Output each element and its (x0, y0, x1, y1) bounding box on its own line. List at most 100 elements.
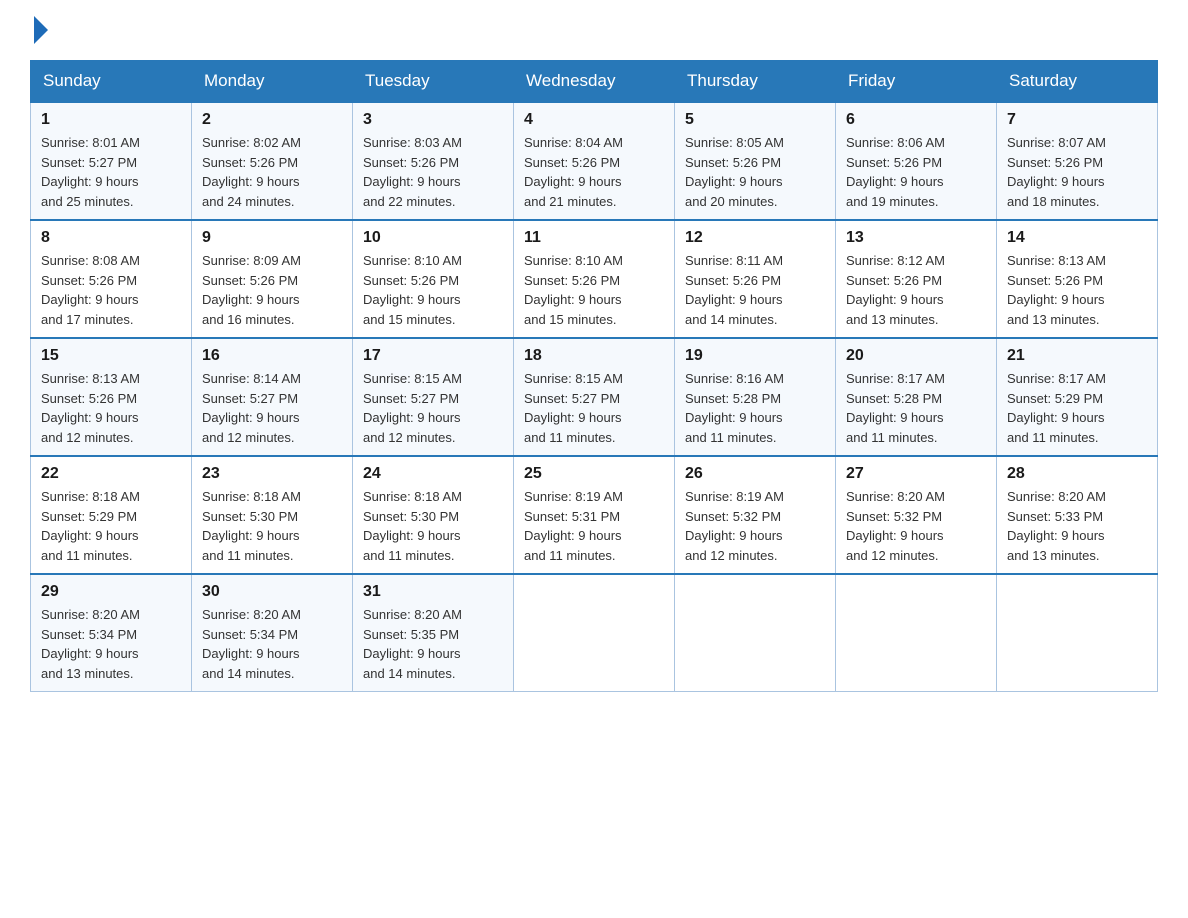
day-number: 31 (363, 583, 503, 601)
day-number: 8 (41, 229, 181, 247)
calendar-cell: 12Sunrise: 8:11 AMSunset: 5:26 PMDayligh… (675, 220, 836, 338)
calendar-cell: 10 Sunrise: 8:10 AMSunset: 5:26 PMDayligh… (353, 220, 514, 338)
calendar-cell: 25 Sunrise: 8:19 AMSunset: 5:31 PMDayligh… (514, 456, 675, 574)
day-number: 22 (41, 465, 181, 483)
calendar-cell: 1Sunrise: 8:01 AMSunset: 5:27 PMDaylight… (31, 102, 192, 220)
logo-triangle-icon (34, 16, 48, 44)
day-info: Sunrise: 8:06 AMSunset: 5:26 PMDaylight:… (846, 133, 986, 211)
day-number: 14 (1007, 229, 1147, 247)
calendar-cell: 3Sunrise: 8:03 AMSunset: 5:26 PMDaylight… (353, 102, 514, 220)
day-info: Sunrise: 8:12 AMSunset: 5:26 PMDaylight:… (846, 251, 986, 329)
calendar-cell: 6 Sunrise: 8:06 AMSunset: 5:26 PMDaylight… (836, 102, 997, 220)
calendar-cell: 22Sunrise: 8:18 AMSunset: 5:29 PMDayligh… (31, 456, 192, 574)
day-number: 2 (202, 111, 342, 129)
day-number: 30 (202, 583, 342, 601)
weekday-header-sunday: Sunday (31, 61, 192, 103)
day-info: Sunrise: 8:10 AMSunset: 5:26 PMDaylight:… (363, 251, 503, 329)
day-info: Sunrise: 8:19 AMSunset: 5:31 PMDaylight:… (524, 487, 664, 565)
calendar-cell (997, 574, 1158, 692)
page-header (30, 20, 1158, 40)
weekday-header-wednesday: Wednesday (514, 61, 675, 103)
day-number: 6 (846, 111, 986, 129)
calendar-cell: 4Sunrise: 8:04 AMSunset: 5:26 PMDaylight… (514, 102, 675, 220)
calendar-week-1: 1Sunrise: 8:01 AMSunset: 5:27 PMDaylight… (31, 102, 1158, 220)
day-info: Sunrise: 8:07 AMSunset: 5:26 PMDaylight:… (1007, 133, 1147, 211)
day-number: 11 (524, 229, 664, 247)
calendar-cell (836, 574, 997, 692)
day-info: Sunrise: 8:13 AMSunset: 5:26 PMDaylight:… (41, 369, 181, 447)
day-number: 23 (202, 465, 342, 483)
calendar-cell: 7 Sunrise: 8:07 AMSunset: 5:26 PMDaylight… (997, 102, 1158, 220)
day-info: Sunrise: 8:04 AMSunset: 5:26 PMDaylight:… (524, 133, 664, 211)
day-number: 17 (363, 347, 503, 365)
day-info: Sunrise: 8:16 AMSunset: 5:28 PMDaylight:… (685, 369, 825, 447)
day-info: Sunrise: 8:02 AMSunset: 5:26 PMDaylight:… (202, 133, 342, 211)
day-number: 15 (41, 347, 181, 365)
day-number: 9 (202, 229, 342, 247)
weekday-header-monday: Monday (192, 61, 353, 103)
day-info: Sunrise: 8:20 AMSunset: 5:33 PMDaylight:… (1007, 487, 1147, 565)
weekday-header-thursday: Thursday (675, 61, 836, 103)
day-info: Sunrise: 8:20 AMSunset: 5:34 PMDaylight:… (41, 605, 181, 683)
day-info: Sunrise: 8:09 AMSunset: 5:26 PMDaylight:… (202, 251, 342, 329)
day-number: 25 (524, 465, 664, 483)
calendar-cell: 21 Sunrise: 8:17 AMSunset: 5:29 PMDayligh… (997, 338, 1158, 456)
calendar-cell: 9 Sunrise: 8:09 AMSunset: 5:26 PMDaylight… (192, 220, 353, 338)
day-number: 16 (202, 347, 342, 365)
day-info: Sunrise: 8:17 AMSunset: 5:28 PMDaylight:… (846, 369, 986, 447)
day-info: Sunrise: 8:20 AMSunset: 5:32 PMDaylight:… (846, 487, 986, 565)
day-number: 13 (846, 229, 986, 247)
calendar-cell: 20Sunrise: 8:17 AMSunset: 5:28 PMDayligh… (836, 338, 997, 456)
calendar-cell: 26Sunrise: 8:19 AMSunset: 5:32 PMDayligh… (675, 456, 836, 574)
weekday-header-saturday: Saturday (997, 61, 1158, 103)
calendar-week-4: 22Sunrise: 8:18 AMSunset: 5:29 PMDayligh… (31, 456, 1158, 574)
calendar-cell (675, 574, 836, 692)
day-number: 24 (363, 465, 503, 483)
calendar-cell: 27 Sunrise: 8:20 AMSunset: 5:32 PMDayligh… (836, 456, 997, 574)
day-number: 7 (1007, 111, 1147, 129)
calendar-cell: 5Sunrise: 8:05 AMSunset: 5:26 PMDaylight… (675, 102, 836, 220)
logo (30, 20, 48, 40)
weekday-header-friday: Friday (836, 61, 997, 103)
day-number: 10 (363, 229, 503, 247)
day-number: 29 (41, 583, 181, 601)
day-info: Sunrise: 8:15 AMSunset: 5:27 PMDaylight:… (524, 369, 664, 447)
calendar-cell: 2 Sunrise: 8:02 AMSunset: 5:26 PMDaylight… (192, 102, 353, 220)
calendar-cell (514, 574, 675, 692)
calendar-cell: 14Sunrise: 8:13 AMSunset: 5:26 PMDayligh… (997, 220, 1158, 338)
day-number: 5 (685, 111, 825, 129)
day-info: Sunrise: 8:08 AMSunset: 5:26 PMDaylight:… (41, 251, 181, 329)
calendar-week-2: 8 Sunrise: 8:08 AMSunset: 5:26 PMDaylight… (31, 220, 1158, 338)
calendar-cell: 17Sunrise: 8:15 AMSunset: 5:27 PMDayligh… (353, 338, 514, 456)
calendar-cell: 16Sunrise: 8:14 AMSunset: 5:27 PMDayligh… (192, 338, 353, 456)
calendar-cell: 24 Sunrise: 8:18 AMSunset: 5:30 PMDayligh… (353, 456, 514, 574)
calendar-cell: 30 Sunrise: 8:20 AMSunset: 5:34 PMDayligh… (192, 574, 353, 692)
calendar-cell: 29 Sunrise: 8:20 AMSunset: 5:34 PMDayligh… (31, 574, 192, 692)
day-number: 18 (524, 347, 664, 365)
day-info: Sunrise: 8:10 AMSunset: 5:26 PMDaylight:… (524, 251, 664, 329)
day-info: Sunrise: 8:18 AMSunset: 5:30 PMDaylight:… (363, 487, 503, 565)
calendar-cell: 13 Sunrise: 8:12 AMSunset: 5:26 PMDayligh… (836, 220, 997, 338)
day-info: Sunrise: 8:18 AMSunset: 5:30 PMDaylight:… (202, 487, 342, 565)
calendar-cell: 19 Sunrise: 8:16 AMSunset: 5:28 PMDayligh… (675, 338, 836, 456)
weekday-header-tuesday: Tuesday (353, 61, 514, 103)
day-info: Sunrise: 8:17 AMSunset: 5:29 PMDaylight:… (1007, 369, 1147, 447)
day-number: 19 (685, 347, 825, 365)
day-info: Sunrise: 8:19 AMSunset: 5:32 PMDaylight:… (685, 487, 825, 565)
calendar-week-5: 29 Sunrise: 8:20 AMSunset: 5:34 PMDayligh… (31, 574, 1158, 692)
day-number: 27 (846, 465, 986, 483)
day-info: Sunrise: 8:20 AMSunset: 5:34 PMDaylight:… (202, 605, 342, 683)
day-number: 21 (1007, 347, 1147, 365)
day-number: 12 (685, 229, 825, 247)
weekday-header-row: SundayMondayTuesdayWednesdayThursdayFrid… (31, 61, 1158, 103)
calendar-cell: 23 Sunrise: 8:18 AMSunset: 5:30 PMDayligh… (192, 456, 353, 574)
calendar-cell: 8 Sunrise: 8:08 AMSunset: 5:26 PMDaylight… (31, 220, 192, 338)
day-number: 28 (1007, 465, 1147, 483)
calendar-table: SundayMondayTuesdayWednesdayThursdayFrid… (30, 60, 1158, 692)
calendar-cell: 28 Sunrise: 8:20 AMSunset: 5:33 PMDayligh… (997, 456, 1158, 574)
calendar-cell: 15 Sunrise: 8:13 AMSunset: 5:26 PMDayligh… (31, 338, 192, 456)
day-number: 3 (363, 111, 503, 129)
day-info: Sunrise: 8:01 AMSunset: 5:27 PMDaylight:… (41, 133, 181, 211)
calendar-cell: 31Sunrise: 8:20 AMSunset: 5:35 PMDayligh… (353, 574, 514, 692)
calendar-cell: 18 Sunrise: 8:15 AMSunset: 5:27 PMDayligh… (514, 338, 675, 456)
